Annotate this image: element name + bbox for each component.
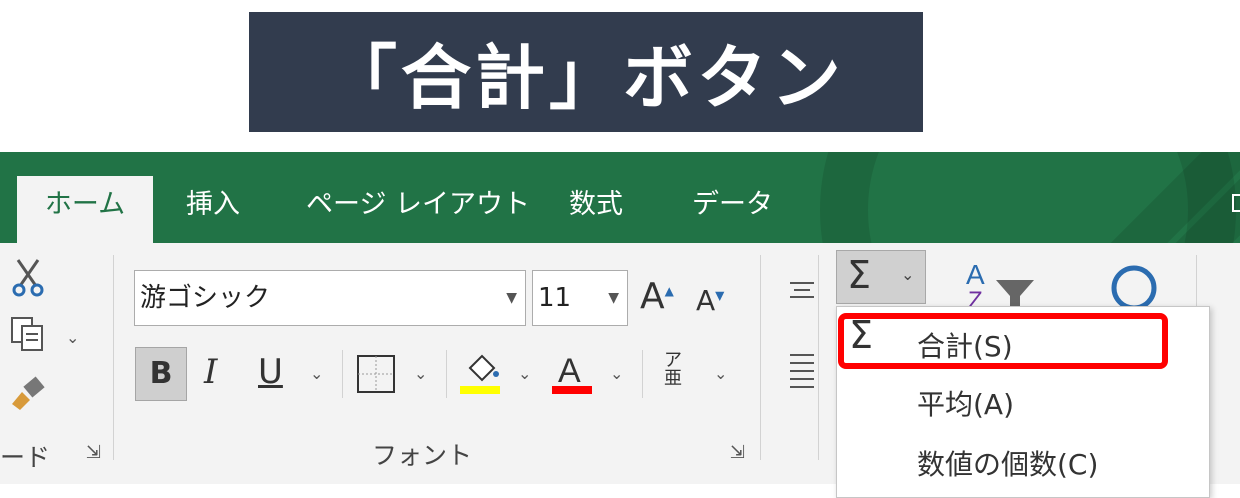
bold-button[interactable]: B [135, 347, 187, 401]
fill-color-icon[interactable] [460, 350, 504, 400]
banner-title: 「合計」ボタン [327, 36, 845, 119]
ribbon-tab-bar: ホーム 挿入 ページ レイアウト 数式 データ [0, 152, 1240, 243]
cut-icon[interactable] [10, 258, 46, 302]
group-divider [760, 255, 761, 460]
find-icon[interactable] [1108, 262, 1168, 311]
chevron-down-icon[interactable]: ⌄ [518, 364, 531, 383]
tab-page-layout[interactable]: ページ レイアウト [306, 176, 530, 243]
dropdown-arrow-icon: ▼ [506, 290, 517, 306]
group-divider [818, 255, 819, 460]
chevron-down-icon[interactable]: ⌄ [414, 364, 427, 383]
dialog-launcher-icon[interactable]: ⇲ [730, 442, 745, 463]
divider [642, 350, 643, 398]
font-size-dropdown[interactable]: 11 ▼ [532, 270, 628, 326]
chevron-down-icon[interactable]: ⌄ [310, 364, 323, 383]
svg-text:Z: Z [968, 287, 983, 308]
format-painter-icon[interactable] [8, 374, 48, 414]
chevron-down-icon[interactable]: ⌄ [610, 364, 623, 383]
font-color-icon[interactable]: A [552, 350, 596, 400]
phonetic-guide-icon[interactable]: ア亜 [664, 352, 682, 388]
font-size-value: 11 [538, 283, 572, 313]
title-banner: 「合計」ボタン [249, 12, 923, 132]
dropdown-arrow-icon: ▼ [608, 290, 619, 306]
font-group-label: フォント [372, 441, 473, 470]
svg-text:A: A [558, 352, 581, 390]
chevron-down-icon[interactable]: ⌄ [714, 364, 727, 383]
autosum-button[interactable]: Σ ⌄ [836, 250, 926, 304]
tab-formulas[interactable]: 数式 [569, 176, 623, 243]
dialog-launcher-icon[interactable]: ⇲ [86, 442, 101, 463]
chevron-down-icon[interactable]: ⌄ [66, 328, 79, 347]
tab-insert[interactable]: 挿入 [186, 176, 240, 243]
sigma-icon: Σ [847, 253, 872, 297]
align-top-icon[interactable] [790, 280, 814, 304]
underline-button[interactable]: U [258, 352, 283, 392]
decrease-font-size-icon[interactable]: A▼ [696, 284, 724, 317]
ribbon-display-icon[interactable] [1232, 194, 1240, 212]
group-divider [113, 255, 114, 460]
sort-filter-icon[interactable]: A Z [962, 258, 1042, 314]
tab-home[interactable]: ホーム [17, 176, 153, 243]
clipboard-group-label: ード [0, 443, 51, 472]
divider [342, 350, 343, 398]
font-name-value: 游ゴシック [140, 283, 271, 313]
align-left-icon[interactable] [790, 352, 814, 396]
divider [446, 350, 447, 398]
menu-item-average[interactable]: 平均(A) [917, 383, 1014, 423]
increase-font-size-icon[interactable]: A▲ [640, 276, 674, 317]
borders-icon[interactable] [356, 354, 396, 398]
chevron-down-icon: ⌄ [901, 265, 915, 284]
tab-data[interactable]: データ [692, 176, 773, 243]
highlight-box [838, 313, 1168, 369]
copy-icon[interactable] [10, 316, 48, 358]
italic-button[interactable]: I [204, 352, 217, 392]
font-name-dropdown[interactable]: 游ゴシック ▼ [134, 270, 526, 326]
svg-text:A: A [966, 259, 985, 290]
menu-item-count-numbers[interactable]: 数値の個数(C) [917, 443, 1098, 483]
